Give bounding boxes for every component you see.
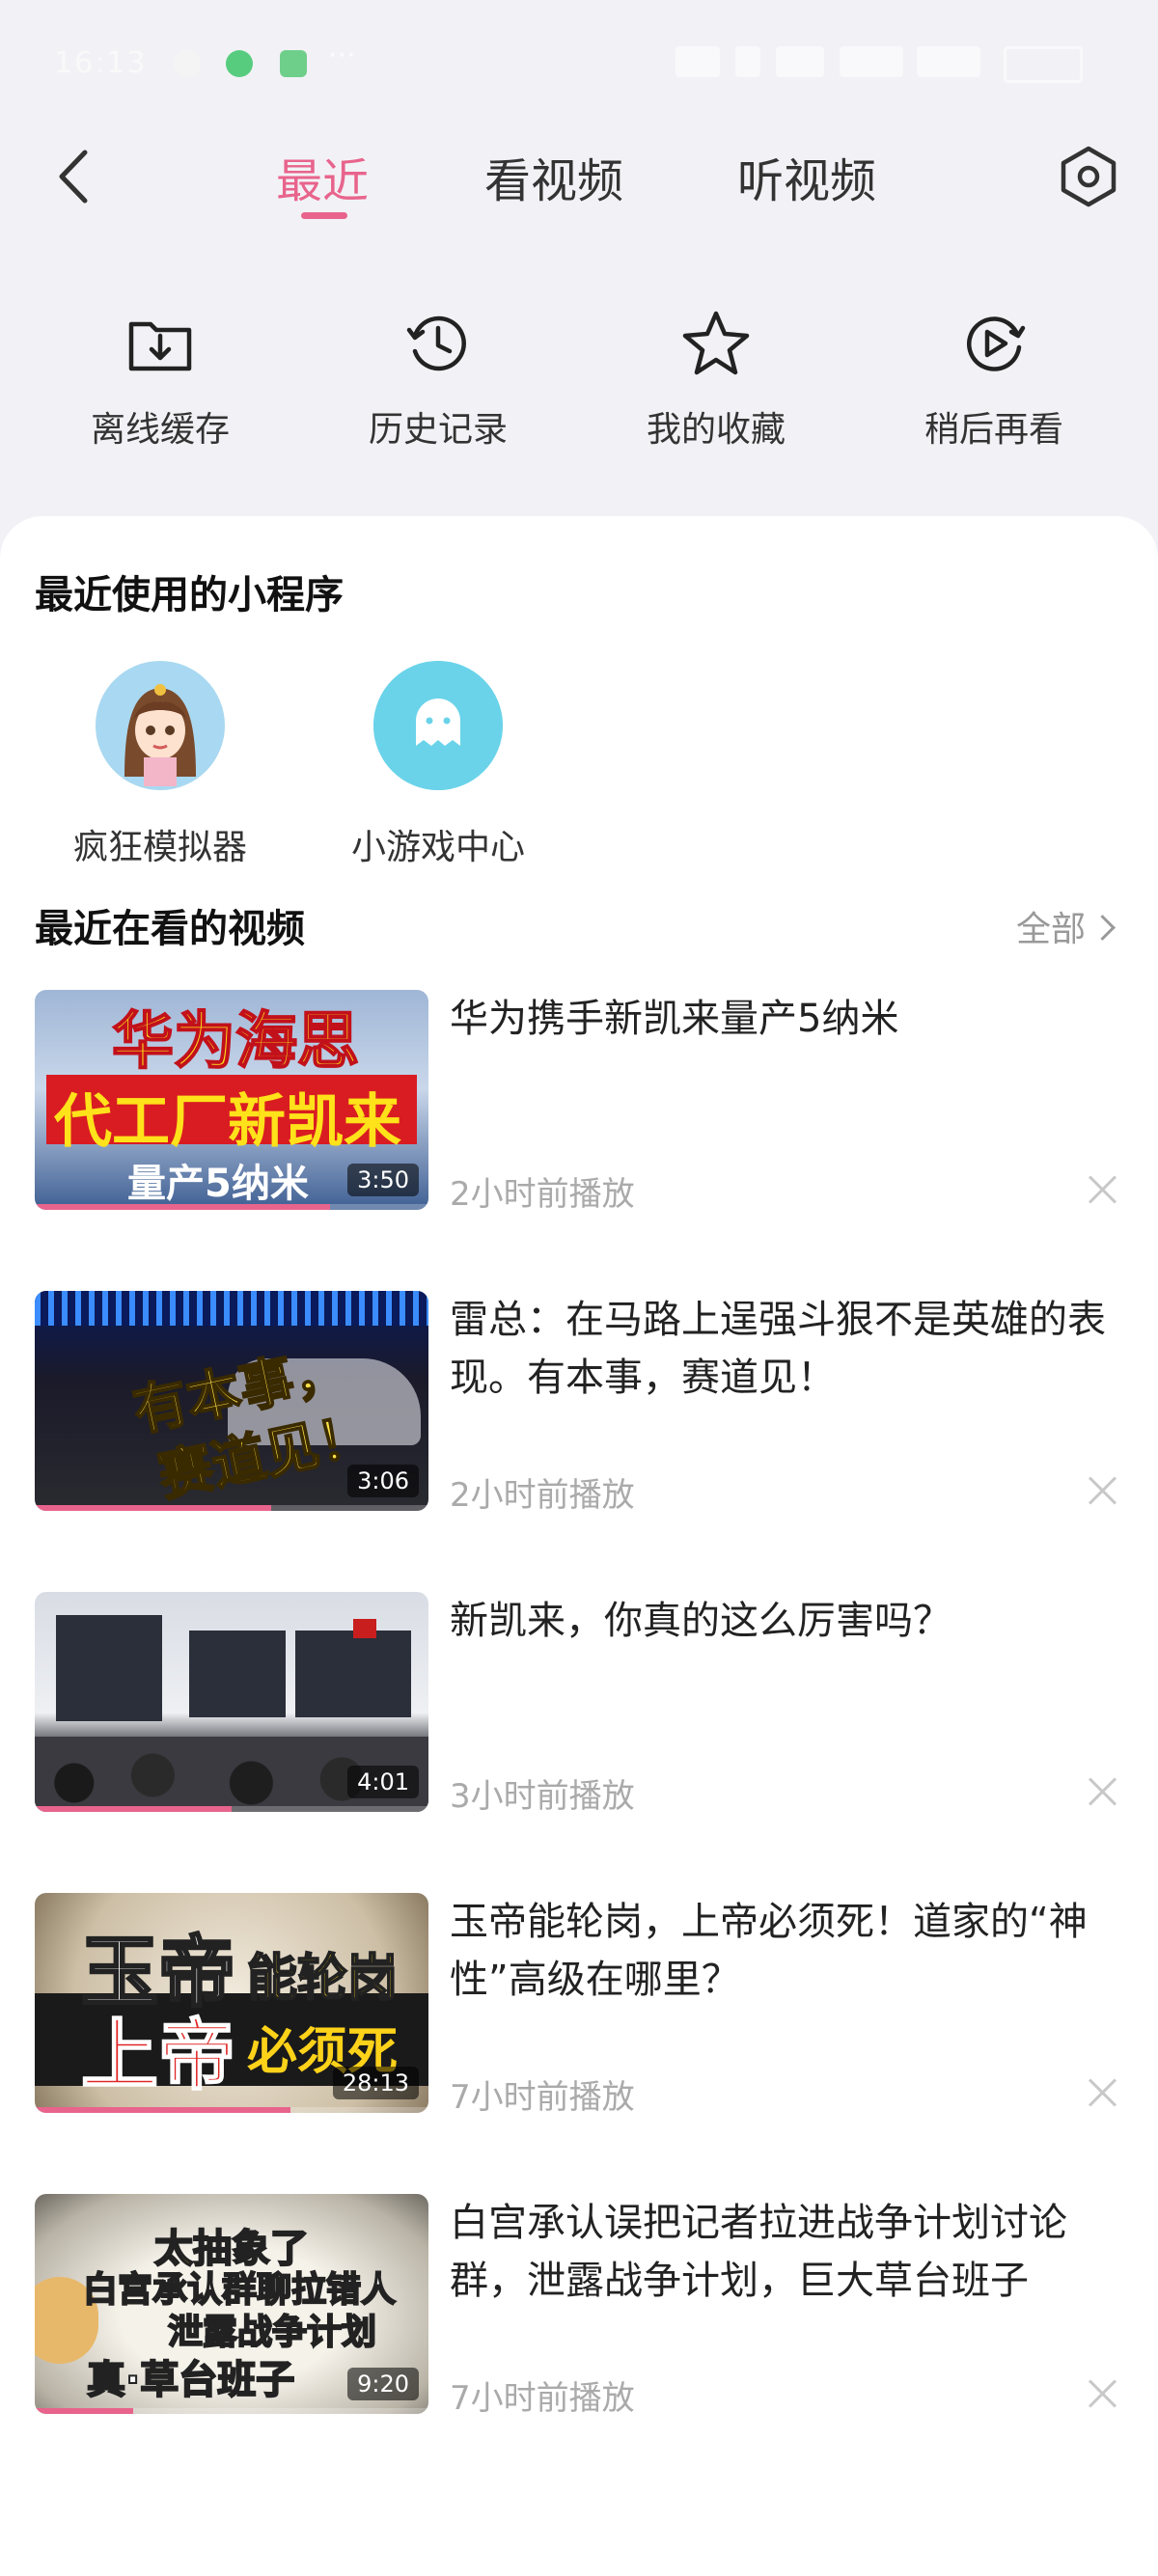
video-item[interactable]: 有本事， 赛道见！ 3:06 雷总：在马路上逞强斗狠不是英雄的表现。有本事，赛道… bbox=[35, 1291, 1123, 1515]
status-time: 16:13 bbox=[54, 46, 148, 80]
video-thumbnail[interactable]: 4:01 bbox=[35, 1592, 428, 1812]
video-title: 华为携手新凯来量产5纳米 bbox=[450, 997, 899, 1041]
chevron-left-icon bbox=[59, 150, 88, 204]
video-thumbnail[interactable]: 玉帝 能轮岗 上帝 必须死 28:13 bbox=[35, 1893, 428, 2113]
thumbnail-caption: 上帝 bbox=[80, 2010, 236, 2101]
video-duration: 3:06 bbox=[347, 1465, 419, 1497]
thumbnail-caption: 能轮岗 bbox=[246, 1949, 399, 2009]
watch-progress-bar bbox=[35, 2408, 133, 2414]
hexagon-settings-icon bbox=[1061, 146, 1117, 207]
thumbnail-caption: 真·草台班子 bbox=[86, 2357, 295, 2403]
chevron-right-icon bbox=[1089, 915, 1116, 941]
hd-icon bbox=[776, 46, 824, 77]
video-watched-time: 7小时前播放 bbox=[450, 2379, 635, 2418]
video-watched-time: 2小时前播放 bbox=[450, 1175, 635, 1214]
video-item[interactable]: 华为海思 代工厂新凯来 量产5纳米 3:50 华为携手新凯来量产5纳米 2小时前… bbox=[35, 990, 1123, 1214]
signal-icon bbox=[917, 46, 980, 77]
video-title: 雷总：在马路上逞强斗狠不是英雄的表现。有本事，赛道见！ bbox=[450, 1298, 1106, 1400]
watch-progress-bar bbox=[35, 1505, 271, 1511]
star-icon bbox=[682, 311, 750, 375]
thumbnail-caption: 泄露战争计划 bbox=[167, 2312, 377, 2353]
network-speed-icon bbox=[676, 46, 720, 77]
video-title: 新凯来，你真的这么厉害吗？ bbox=[450, 1599, 951, 1643]
mini-program-label: 小游戏中心 bbox=[350, 828, 525, 867]
video-title: 玉帝能轮岗，上帝必须死！道家的“神性”高级在哪里？ bbox=[450, 1900, 1088, 2002]
app-icon bbox=[174, 50, 201, 77]
status-right-icons bbox=[676, 46, 1083, 83]
video-watched-time: 3小时前播放 bbox=[450, 1777, 635, 1816]
video-item[interactable]: 太抽象了 白宫承认群聊拉错人 泄露战争计划 真·草台班子 9:20 白宫承认误把… bbox=[35, 2194, 1123, 2418]
avatar-girl-icon bbox=[96, 661, 225, 790]
video-thumbnail[interactable]: 华为海思 代工厂新凯来 量产5纳米 3:50 bbox=[35, 990, 428, 1210]
view-all-link[interactable]: 全部 bbox=[1015, 901, 1116, 951]
recent-videos-title: 最近在看的视频 bbox=[35, 907, 305, 951]
download-folder-icon bbox=[128, 321, 192, 371]
mini-program-item[interactable]: 小游戏中心 bbox=[322, 661, 554, 869]
back-button[interactable] bbox=[50, 143, 108, 210]
watch-progress-bar bbox=[35, 2107, 291, 2113]
watch-progress-bar bbox=[35, 1204, 330, 1210]
video-watched-time: 7小时前播放 bbox=[450, 2078, 635, 2117]
watch-later-button[interactable]: 稍后再看 bbox=[897, 307, 1090, 452]
view-all-label: 全部 bbox=[1015, 910, 1086, 949]
bluetooth-icon bbox=[735, 46, 760, 77]
remove-video-button[interactable] bbox=[1083, 2373, 1121, 2412]
video-thumbnail[interactable]: 有本事， 赛道见！ 3:06 bbox=[35, 1291, 428, 1511]
video-duration: 4:01 bbox=[347, 1766, 419, 1798]
battery-icon bbox=[1004, 46, 1083, 83]
ghost-icon bbox=[373, 661, 503, 790]
tab-listen-video[interactable]: 听视频 bbox=[737, 143, 876, 210]
tab-watch-video[interactable]: 看视频 bbox=[484, 143, 623, 210]
video-item[interactable]: 玉帝 能轮岗 上帝 必须死 28:13 玉帝能轮岗，上帝必须死！道家的“神性”高… bbox=[35, 1893, 1123, 2117]
mini-program-item[interactable]: 疯狂模拟器 bbox=[44, 661, 276, 869]
message-icon bbox=[280, 50, 307, 77]
remove-video-button[interactable] bbox=[1083, 1169, 1121, 1208]
tab-recent[interactable]: 最近 bbox=[276, 143, 369, 210]
remove-video-button[interactable] bbox=[1083, 1771, 1121, 1810]
video-thumbnail[interactable]: 太抽象了 白宫承认群聊拉错人 泄露战争计划 真·草台班子 9:20 bbox=[35, 2194, 428, 2414]
remove-video-button[interactable] bbox=[1083, 2072, 1121, 2111]
thumbnail-caption: 代工厂新凯来 bbox=[54, 1088, 401, 1156]
video-duration: 3:50 bbox=[347, 1164, 419, 1196]
video-watched-time: 2小时前播放 bbox=[450, 1476, 635, 1515]
more-notifications-icon: ··· bbox=[328, 39, 356, 72]
active-tab-indicator bbox=[301, 212, 347, 219]
video-item[interactable]: 4:01 新凯来，你真的这么厉害吗？ 3小时前播放 bbox=[35, 1592, 1123, 1816]
history-button[interactable]: 历史记录 bbox=[342, 307, 535, 452]
mini-programs-title: 最近使用的小程序 bbox=[35, 573, 344, 617]
history-label: 历史记录 bbox=[368, 410, 508, 450]
favorites-button[interactable]: 我的收藏 bbox=[620, 307, 813, 452]
status-bar: 16:13 ··· bbox=[0, 0, 1158, 125]
history-clock-icon bbox=[406, 315, 466, 371]
thumbnail-caption: 量产5纳米 bbox=[127, 1162, 309, 1206]
phone-icon bbox=[226, 50, 253, 77]
signal-icon bbox=[840, 46, 903, 77]
remove-video-button[interactable] bbox=[1083, 1470, 1121, 1509]
offline-cache-button[interactable]: 离线缓存 bbox=[64, 307, 257, 452]
video-title: 白宫承认误把记者拉进战争计划讨论群，泄露战争计划，巨大草台班子 bbox=[450, 2201, 1067, 2303]
watch-later-icon bbox=[966, 316, 1026, 371]
thumbnail-caption: 华为海思 bbox=[111, 1005, 360, 1079]
settings-button[interactable] bbox=[1058, 143, 1119, 210]
offline-cache-label: 离线缓存 bbox=[90, 410, 230, 450]
video-duration: 28:13 bbox=[332, 2067, 419, 2099]
favorites-label: 我的收藏 bbox=[646, 410, 786, 450]
watch-later-label: 稍后再看 bbox=[924, 410, 1063, 450]
video-duration: 9:20 bbox=[347, 2368, 419, 2400]
mini-program-label: 疯狂模拟器 bbox=[72, 828, 247, 867]
watch-progress-bar bbox=[35, 1806, 232, 1812]
